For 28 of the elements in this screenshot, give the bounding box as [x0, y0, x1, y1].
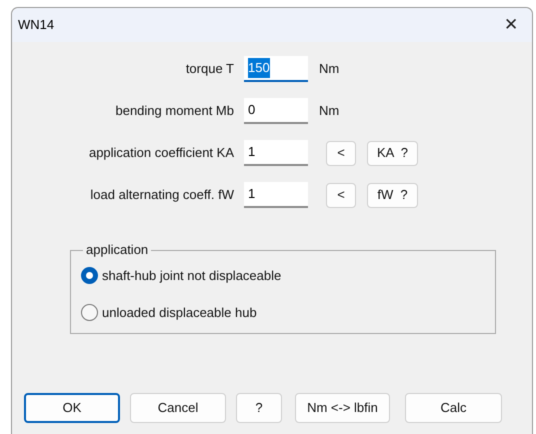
field-label: bending moment Mb	[114, 102, 234, 120]
dialog-button[interactable]: ?	[236, 393, 282, 423]
arrow-button[interactable]: <	[326, 140, 356, 166]
field-value: 150	[248, 58, 270, 78]
help-button[interactable]: fW ?	[367, 182, 418, 208]
input-field[interactable]: 0	[244, 98, 308, 124]
radio-option[interactable]: unloaded displaceable hub	[81, 303, 495, 322]
field-label: load alternating coeff. fW	[89, 186, 234, 204]
field-value: 1	[248, 185, 256, 204]
radio-option[interactable]: shaft-hub joint not displaceable	[81, 266, 495, 285]
input-field[interactable]: 1	[244, 182, 308, 208]
arrow-button[interactable]: <	[326, 182, 356, 208]
input-field[interactable]: 1	[244, 140, 308, 166]
dialog-button[interactable]: Calc	[405, 393, 502, 423]
field-value: 1	[248, 143, 256, 162]
input-field[interactable]: 150	[244, 56, 308, 82]
unit-label: Nm	[319, 60, 340, 78]
window-title: WN14	[18, 16, 54, 34]
field-value: 0	[248, 101, 256, 120]
dialog-button[interactable]: OK	[24, 393, 120, 423]
dialog-button[interactable]: Cancel	[130, 393, 226, 423]
dialog-button[interactable]: Nm <-> lbfin	[295, 393, 390, 423]
help-button[interactable]: KA ?	[367, 140, 418, 166]
field-label: torque T	[184, 60, 234, 78]
field-label: application coefficient KA	[88, 144, 234, 162]
close-button[interactable]: ✕	[496, 12, 526, 38]
group-title: application	[83, 242, 152, 258]
unit-label: Nm	[319, 102, 340, 120]
